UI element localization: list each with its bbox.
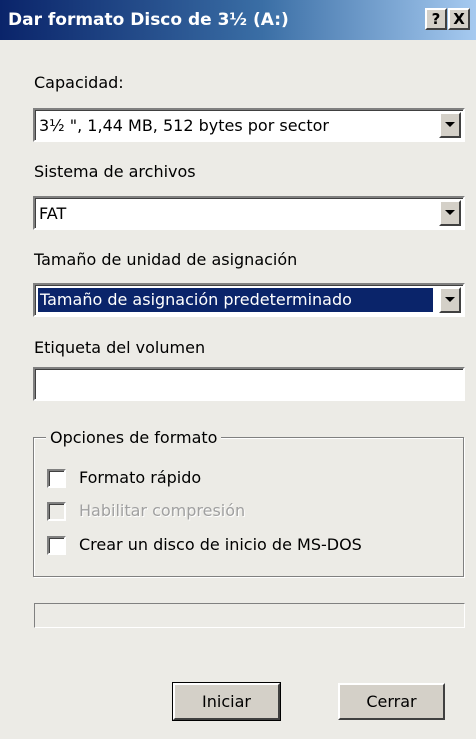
start-button[interactable]: Iniciar: [172, 682, 281, 721]
format-progress-bar: [34, 603, 465, 628]
chevron-down-icon[interactable]: [439, 112, 461, 138]
allocation-value: Tamaño de asignación predeterminado: [38, 288, 433, 312]
capacity-select[interactable]: 3½ ", 1,44 MB, 512 bytes por sector: [33, 108, 465, 142]
allocation-label: Tamaño de unidad de asignación: [34, 250, 298, 269]
chevron-down-icon[interactable]: [439, 200, 461, 226]
volume-label: Etiqueta del volumen: [34, 338, 206, 357]
volume-label-input[interactable]: [33, 367, 465, 401]
chevron-down-icon[interactable]: [439, 287, 461, 313]
window-title: Dar formato Disco de 3½ (A:): [8, 10, 289, 30]
format-options-legend: Opciones de formato: [46, 428, 222, 447]
filesystem-select[interactable]: FAT: [33, 196, 465, 230]
close-button[interactable]: Cerrar: [338, 683, 445, 720]
msdos-startup-label[interactable]: Crear un disco de inicio de MS-DOS: [79, 535, 362, 554]
allocation-select[interactable]: Tamaño de asignación predeterminado: [33, 283, 465, 317]
title-bar[interactable]: Dar formato Disco de 3½ (A:) ? X: [0, 0, 476, 40]
msdos-startup-checkbox[interactable]: [47, 536, 66, 555]
enable-compression-label: Habilitar compresión: [79, 501, 246, 520]
quick-format-label[interactable]: Formato rápido: [79, 468, 201, 487]
capacity-value: 3½ ", 1,44 MB, 512 bytes por sector: [39, 116, 329, 135]
capacity-label: Capacidad:: [34, 73, 124, 92]
enable-compression-checkbox: [47, 502, 66, 521]
quick-format-checkbox[interactable]: [47, 469, 66, 488]
filesystem-value: FAT: [39, 204, 67, 223]
help-button[interactable]: ?: [425, 8, 447, 30]
filesystem-label: Sistema de archivos: [34, 162, 196, 181]
close-window-button[interactable]: X: [448, 8, 470, 30]
